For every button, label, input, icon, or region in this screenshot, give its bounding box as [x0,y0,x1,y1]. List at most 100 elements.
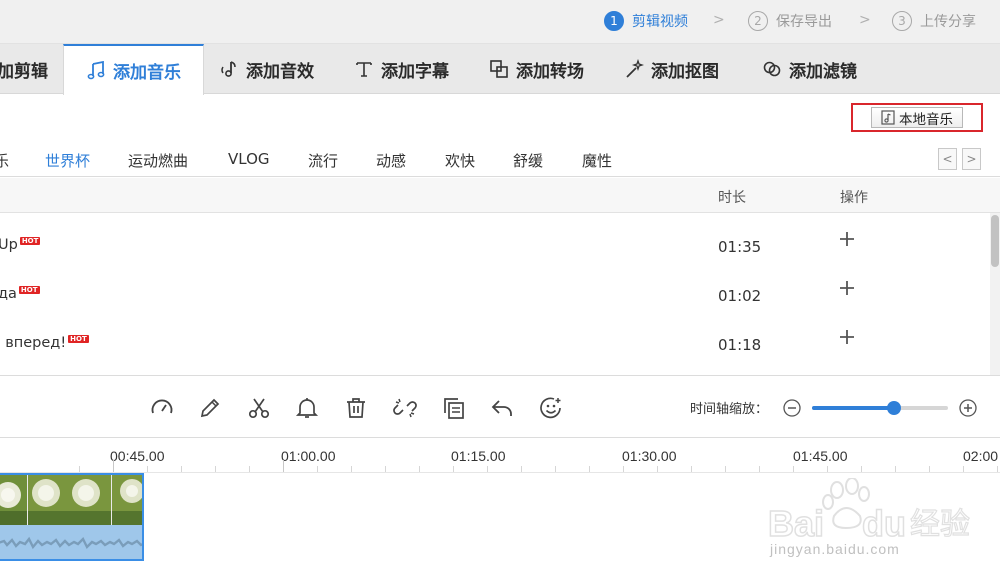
tab-add-cutout[interactable]: 添加抠图 [624,44,719,94]
step-bar: 1 剪辑视频 > 2 保存导出 > 3 上传分享 [0,0,1000,44]
plus-circle-icon [959,399,977,417]
step-label: 剪辑视频 [632,14,688,30]
speed-icon[interactable] [149,395,175,421]
category-item[interactable]: 魔性 [582,150,612,171]
add-music-button[interactable] [836,326,858,348]
copy-icon[interactable] [441,395,467,421]
tab-label: 添加字幕 [381,61,449,82]
plus-icon [840,330,854,344]
music-list-item[interactable]: , вперед! HOT 01:18 [0,320,990,368]
undo-icon[interactable] [489,395,515,421]
clip-thumbnail [0,475,28,525]
timeline-tick-label: 01:30.00 [622,448,677,464]
category-prev-button[interactable]: < [938,148,957,170]
ruler-minor-tick [827,466,828,472]
step-save-export[interactable]: 2 保存导出 [748,10,832,32]
timeline-ruler[interactable]: 00:45.00 01:00.00 01:15.00 01:30.00 01:4… [0,438,1000,473]
text-icon [354,59,374,79]
category-item[interactable]: 乐 [0,150,9,171]
zoom-out-button[interactable] [783,399,801,417]
ruler-minor-tick [963,466,964,472]
timeline-tick-label: 02:00 [963,448,999,464]
bell-icon[interactable] [294,395,320,421]
pencil-icon[interactable] [197,395,223,421]
chevron-right-icon: > [713,12,725,28]
scrollbar-thumb[interactable] [991,215,999,267]
chevron-right-icon: > [859,12,871,28]
step-number: 2 [748,11,768,31]
tab-add-transition[interactable]: 添加转场 [489,44,584,94]
scissors-icon[interactable] [246,395,272,421]
category-item[interactable]: VLOG [228,150,270,168]
tab-label: 添加抠图 [651,61,719,82]
tab-label: 添加音乐 [113,63,181,83]
ruler-minor-tick [79,466,80,472]
tab-add-music[interactable]: 添加音乐 [63,44,204,95]
timeline-tick-label: 01:00.00 [281,448,336,464]
music-title-wrap: да HOT [0,286,40,302]
music-list-item[interactable]: да HOT 01:02 [0,271,990,319]
music-note-icon [86,60,106,81]
filter-icon [762,59,782,79]
add-music-button[interactable] [836,277,858,299]
music-list-item[interactable]: Up HOT 01:35 [0,222,990,270]
ruler-major-tick [283,460,284,472]
video-clip[interactable] [0,473,144,561]
tab-add-sound-effect[interactable]: 添加音效 [219,44,314,94]
step-edit-video[interactable]: 1 剪辑视频 [604,10,688,32]
music-duration: 01:35 [718,238,762,256]
category-item-world-cup[interactable]: 世界杯 [45,150,90,171]
watermark-url: jingyan.baidu.com [770,541,900,557]
tab-label: 添加音效 [246,61,314,82]
ruler-major-tick [113,460,114,472]
column-action: 操作 [840,190,868,206]
minus-circle-icon [783,399,801,417]
category-item[interactable]: 动感 [376,150,406,171]
zoom-slider-fill [812,406,894,410]
music-title: , вперед! [0,335,67,351]
local-music-button[interactable]: 本地音乐 [871,107,963,128]
category-item[interactable]: 欢快 [445,150,475,171]
music-title: да [0,286,17,302]
ruler-minor-tick [895,466,896,472]
ruler-minor-tick [181,466,182,472]
column-duration: 时长 [718,190,746,206]
add-music-button[interactable] [836,228,858,250]
svg-text:Bai: Bai [768,503,824,544]
step-number: 3 [892,11,912,31]
emoji-icon[interactable] [538,395,564,421]
ruler-minor-tick [759,466,760,472]
music-title-wrap: Up HOT [0,237,41,253]
timeline-tick-label: 01:15.00 [451,448,506,464]
svg-text:du: du [862,503,906,544]
category-item[interactable]: 舒缓 [513,150,543,171]
zoom-slider-handle[interactable] [886,401,901,415]
music-list-scrollbar[interactable] [990,213,1000,375]
tab-label: 加剪辑 [0,61,48,82]
category-item[interactable]: 流行 [308,150,338,171]
ruler-minor-tick [929,466,930,472]
tab-add-subtitle[interactable]: 添加字幕 [354,44,449,94]
ruler-minor-tick [589,466,590,472]
trash-icon[interactable] [343,395,369,421]
timeline-zoom-slider[interactable] [812,401,948,415]
feature-tabs: 加剪辑 添加音乐 添加音效 添加字幕 添加转场 添加抠图 添加滤镜 [0,44,1000,95]
hot-badge: HOT [18,286,40,294]
ruler-minor-tick [521,466,522,472]
clip-thumbnail [28,475,112,525]
category-next-button[interactable]: > [962,148,981,170]
svg-text:经验: 经验 [910,507,970,542]
unlink-icon[interactable] [392,395,418,421]
category-item[interactable]: 运动燃曲 [128,150,188,171]
ruler-minor-tick [351,466,352,472]
step-upload-share[interactable]: 3 上传分享 [892,10,976,32]
plus-icon [840,232,854,246]
tab-add-clip[interactable]: 加剪辑 [0,44,61,94]
tab-add-filter[interactable]: 添加滤镜 [762,44,857,94]
music-title-wrap: , вперед! HOT [0,335,89,351]
zoom-in-button[interactable] [959,399,977,417]
video-editor-window: 1 剪辑视频 > 2 保存导出 > 3 上传分享 加剪辑 添加音乐 添加音效 添… [0,0,1000,585]
music-category-bar: 乐 世界杯 运动燃曲 VLOG 流行 动感 欢快 舒缓 魔性 < > [0,143,1000,177]
timeline-tick-label: 00:45.00 [110,448,165,464]
sound-effect-icon [219,59,239,79]
